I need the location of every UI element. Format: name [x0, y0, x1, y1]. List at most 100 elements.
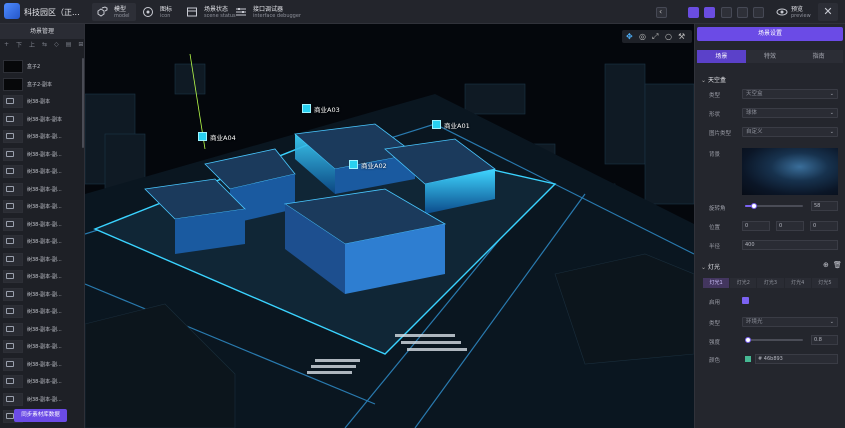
fullscreen-icon[interactable]: ⤢ — [652, 32, 661, 41]
list-item[interactable]: 盒子2-副本 — [0, 75, 83, 93]
list-item-label: 盒子2 — [27, 64, 41, 70]
interface-debugger-tool-button[interactable]: 接口调试器 interface debugger — [231, 3, 301, 21]
grid-icon[interactable]: ⊞ — [78, 41, 83, 48]
tab-light-5[interactable]: 灯光5 — [811, 278, 839, 288]
list-item[interactable]: 树38-副本-副... — [0, 285, 83, 303]
tab-guide[interactable]: 指南 — [794, 50, 843, 63]
list-item[interactable]: 树38-副本-副... — [0, 250, 83, 268]
skybox-type-value: 天空盒 — [746, 91, 763, 97]
enabled-checkbox[interactable] — [742, 297, 749, 304]
image-type-select[interactable]: 自定义 ⌄ — [742, 127, 838, 137]
list-item[interactable]: 树38-副本-副... — [0, 232, 83, 250]
list-item[interactable]: 树38-副本-副本 — [0, 110, 83, 128]
list-item[interactable]: 树38-副本-副... — [0, 320, 83, 338]
image-thumbnail-icon — [3, 235, 23, 248]
move-up-icon[interactable]: 上 — [29, 40, 35, 49]
delete-light-icon[interactable]: 🗑 — [833, 261, 842, 269]
scene-status-tool-button[interactable]: 场景状态 scene status — [182, 3, 236, 21]
list-item[interactable]: 树38-副本 — [0, 92, 83, 110]
close-icon: ✕ — [823, 5, 833, 18]
tag-a01-label: 商业A01 — [444, 121, 470, 130]
add-light-icon[interactable]: ⊕ — [823, 261, 829, 269]
preview-button[interactable]: 预览 preview — [773, 3, 813, 21]
swap-icon[interactable]: ⇆ — [42, 41, 47, 48]
list-item[interactable]: 树38-副本-副... — [0, 302, 83, 320]
image-thumbnail-icon — [3, 340, 23, 353]
tag-a04[interactable]: 商业A04 — [198, 131, 236, 142]
group-icon[interactable]: ▤ — [66, 41, 72, 48]
color-swatch[interactable] — [745, 356, 751, 362]
list-item[interactable]: 树38-副本-副... — [0, 215, 83, 233]
list-item[interactable]: 树38-副本-副... — [0, 337, 83, 355]
skybox-type-select[interactable]: 天空盒 ⌄ — [742, 89, 838, 99]
rotation-slider-knob[interactable] — [751, 203, 757, 209]
lights-section[interactable]: ⌄ 灯光 — [701, 262, 720, 271]
list-item[interactable]: 树38-副本-副... — [0, 197, 83, 215]
scene-settings-button[interactable]: 场景设置 — [697, 27, 843, 41]
tab-light-4[interactable]: 灯光4 — [784, 278, 811, 288]
edit-button[interactable] — [737, 7, 748, 18]
position-z-input[interactable]: 0 — [810, 221, 838, 231]
sync-library-button[interactable]: 同步素材库数据 — [14, 409, 67, 422]
scene-manager-panel: 场景管理 + 下 上 ⇆ ◇ ▤ ⊞ ≡ ⊘ 盒子2 盒子2-副本树38-副本树3… — [0, 24, 107, 428]
intensity-input[interactable]: 0.8 — [811, 335, 838, 345]
project-title[interactable]: 科技园区（正... — [24, 7, 80, 18]
list-item[interactable]: 树38-副本-副... — [0, 127, 83, 145]
position-y-input[interactable]: 0 — [776, 221, 804, 231]
tag-a01[interactable]: 商业A01 — [432, 119, 470, 130]
radius-input[interactable]: 400 — [742, 240, 838, 250]
skybox-section[interactable]: ⌄ 天空盒 — [701, 75, 726, 84]
view-icon[interactable]: ◎ — [639, 32, 648, 41]
color-input[interactable]: # 46b893 — [755, 354, 838, 364]
skybox-type-label: 类型 — [709, 93, 721, 99]
layout-left-button[interactable] — [688, 7, 699, 18]
list-item[interactable]: 盒子2 — [0, 57, 83, 75]
intensity-slider[interactable] — [745, 339, 803, 341]
tab-light-3[interactable]: 灯光3 — [757, 278, 784, 288]
model-tool-button[interactable]: 模型 model — [92, 3, 136, 21]
list-item[interactable]: 树38-副本-副... — [0, 180, 83, 198]
image-thumbnail-icon — [3, 375, 23, 388]
list-item[interactable]: 树38-副本-副... — [0, 145, 83, 163]
tag-a03[interactable]: 商业A03 — [302, 103, 340, 114]
list-item[interactable]: 树38-副本-副... — [0, 372, 83, 390]
move-down-icon[interactable]: 下 — [16, 40, 22, 49]
image-thumbnail-icon — [3, 130, 23, 143]
circle-icon[interactable]: ○ — [665, 32, 674, 41]
calendar-button[interactable] — [753, 7, 764, 18]
background-label: 背景 — [709, 152, 721, 158]
image-thumbnail-icon — [3, 322, 23, 336]
scene-list-scrollbar[interactable] — [82, 58, 84, 148]
list-item[interactable]: 树38-副本-副... — [0, 162, 83, 180]
3d-viewport[interactable]: ✥ ◎ ⤢ ○ ⚒ 商业A03 商业A01 商业A04 商业A02 — [85, 24, 694, 428]
rotation-input[interactable]: 58 — [811, 201, 838, 211]
close-button[interactable]: ✕ — [818, 3, 838, 21]
position-label: 位置 — [709, 225, 721, 231]
radius-label: 半径 — [709, 244, 721, 250]
intensity-slider-knob[interactable] — [745, 337, 751, 343]
collapse-left-button[interactable]: ‹ — [656, 7, 667, 18]
icon-tool-button[interactable]: 图标 icon — [138, 3, 180, 21]
shape-icon[interactable]: ◇ — [54, 41, 59, 48]
light-type-select[interactable]: 环境光 ⌄ — [742, 317, 838, 327]
position-x-input[interactable]: 0 — [742, 221, 770, 231]
scene-icon — [187, 7, 197, 17]
image-thumbnail-icon — [3, 392, 23, 406]
shape-select[interactable]: 球体 ⌄ — [742, 108, 838, 118]
list-item[interactable]: 树38-副本-副... — [0, 267, 83, 285]
layout-right-button[interactable] — [704, 7, 715, 18]
move-gizmo-icon[interactable]: ✥ — [626, 32, 635, 41]
add-node-icon[interactable]: + — [4, 41, 9, 48]
tool-icon[interactable]: ⚒ — [678, 32, 687, 41]
list-item[interactable]: 树38-副本-副... — [0, 390, 83, 408]
tab-effects[interactable]: 特效 — [746, 50, 795, 63]
list-item[interactable]: 树38-副本-副... — [0, 355, 83, 373]
tab-light-1[interactable]: 灯光1 — [703, 278, 730, 288]
tag-a02[interactable]: 商业A02 — [349, 159, 387, 170]
scene-manager-title: 场景管理 — [0, 24, 84, 39]
image-button[interactable] — [721, 7, 732, 18]
list-item-label: 盒子2-副本 — [27, 81, 52, 88]
tab-light-2[interactable]: 灯光2 — [730, 278, 757, 288]
skybox-background-preview[interactable] — [742, 148, 838, 195]
tab-scene[interactable]: 场景 — [697, 50, 746, 63]
